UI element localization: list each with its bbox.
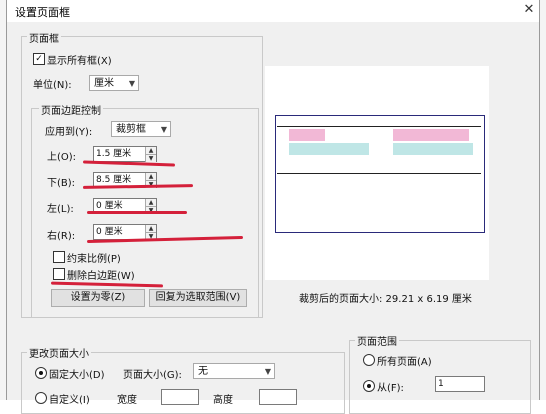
close-icon[interactable]: ✕	[521, 2, 537, 18]
fixed-size-radio[interactable]	[35, 367, 47, 379]
chevron-down-icon: ▼	[128, 79, 135, 88]
from-page-radio[interactable]	[363, 380, 375, 392]
thumbnail-image	[289, 143, 369, 155]
right-margin-label: 右(R):	[47, 231, 76, 242]
top-margin-value: 1.5 厘米	[96, 149, 132, 159]
all-pages-label: 所有页面(A)	[377, 357, 432, 368]
left-margin-value: 0 厘米	[96, 201, 123, 211]
thumbnail-image	[393, 143, 473, 155]
height-stepper[interactable]	[259, 389, 297, 405]
top-margin-stepper[interactable]: 1.5 厘米 ▲ ▼	[93, 146, 157, 162]
increment-icon[interactable]: ▲	[145, 199, 156, 206]
thumbnail-image	[289, 129, 325, 141]
increment-icon[interactable]: ▲	[145, 173, 156, 180]
width-stepper[interactable]	[161, 389, 199, 405]
remove-white-margin-label: 删除白边距(W)	[67, 271, 135, 282]
custom-size-label: 自定义(I)	[49, 395, 90, 406]
increment-icon[interactable]: ▲	[145, 225, 156, 232]
cropped-size-caption: 裁剪后的页面大小: 29.21 x 6.19 厘米	[299, 294, 472, 305]
chevron-down-icon: ▼	[264, 367, 271, 376]
bottom-margin-label: 下(B):	[47, 178, 76, 189]
set-page-box-dialog: 设置页面框 ✕ 页面框 ✓ 显示所有框(X) 单位(N): 厘米 ▼ 页面边距控…	[6, 0, 540, 414]
custom-size-radio[interactable]	[35, 392, 47, 404]
size-label: 页面大小(G):	[123, 370, 182, 381]
unit-label: 单位(N):	[33, 80, 72, 91]
margin-control-legend: 页面边距控制	[39, 102, 103, 117]
bottom-margin-value: 8.5 厘米	[96, 175, 132, 185]
unit-value: 厘米	[94, 78, 114, 89]
constrain-ratio-checkbox[interactable]	[53, 251, 65, 263]
page-size-select[interactable]: 无 ▼	[193, 363, 275, 379]
apply-to-label: 应用到(Y):	[45, 127, 93, 138]
top-margin-label: 上(O):	[47, 152, 77, 163]
right-margin-value: 0 厘米	[96, 227, 123, 237]
thumbnail-image	[393, 129, 469, 141]
page-thumbnail	[277, 126, 481, 174]
width-label: 宽度	[117, 395, 137, 406]
left-margin-label: 左(L):	[47, 204, 74, 215]
page-size-legend: 更改页面大小	[27, 345, 91, 360]
constrain-ratio-label: 约束比例(P)	[67, 254, 121, 265]
apply-to-select[interactable]: 裁剪框 ▼	[111, 121, 171, 137]
apply-to-value: 裁剪框	[116, 124, 146, 135]
all-pages-radio[interactable]	[363, 354, 375, 366]
unit-select[interactable]: 厘米 ▼	[89, 75, 139, 91]
title-bar: 设置页面框 ✕	[7, 0, 539, 22]
restore-selection-button[interactable]: 回复为选取范围(V)	[149, 289, 247, 307]
page-range-legend: 页面范围	[355, 333, 399, 348]
dialog-title: 设置页面框	[15, 6, 70, 19]
increment-icon[interactable]: ▲	[145, 147, 156, 154]
page-frame-legend: 页面框	[27, 30, 61, 45]
fixed-size-label: 固定大小(D)	[49, 370, 105, 381]
show-all-label: 显示所有框(X)	[47, 56, 112, 67]
chevron-down-icon: ▼	[160, 125, 167, 134]
set-to-zero-button[interactable]: 设置为零(Z)	[51, 289, 145, 307]
from-page-input[interactable]: 1	[435, 376, 485, 392]
show-all-checkbox[interactable]: ✓	[33, 53, 45, 65]
remove-white-margin-checkbox[interactable]	[53, 268, 65, 280]
height-label: 高度	[213, 395, 233, 406]
decrement-icon[interactable]: ▼	[145, 154, 156, 162]
page-size-value: 无	[198, 366, 208, 377]
from-page-label: 从(F):	[377, 383, 404, 394]
annotation-underline	[87, 211, 187, 214]
from-page-value: 1	[438, 379, 444, 389]
